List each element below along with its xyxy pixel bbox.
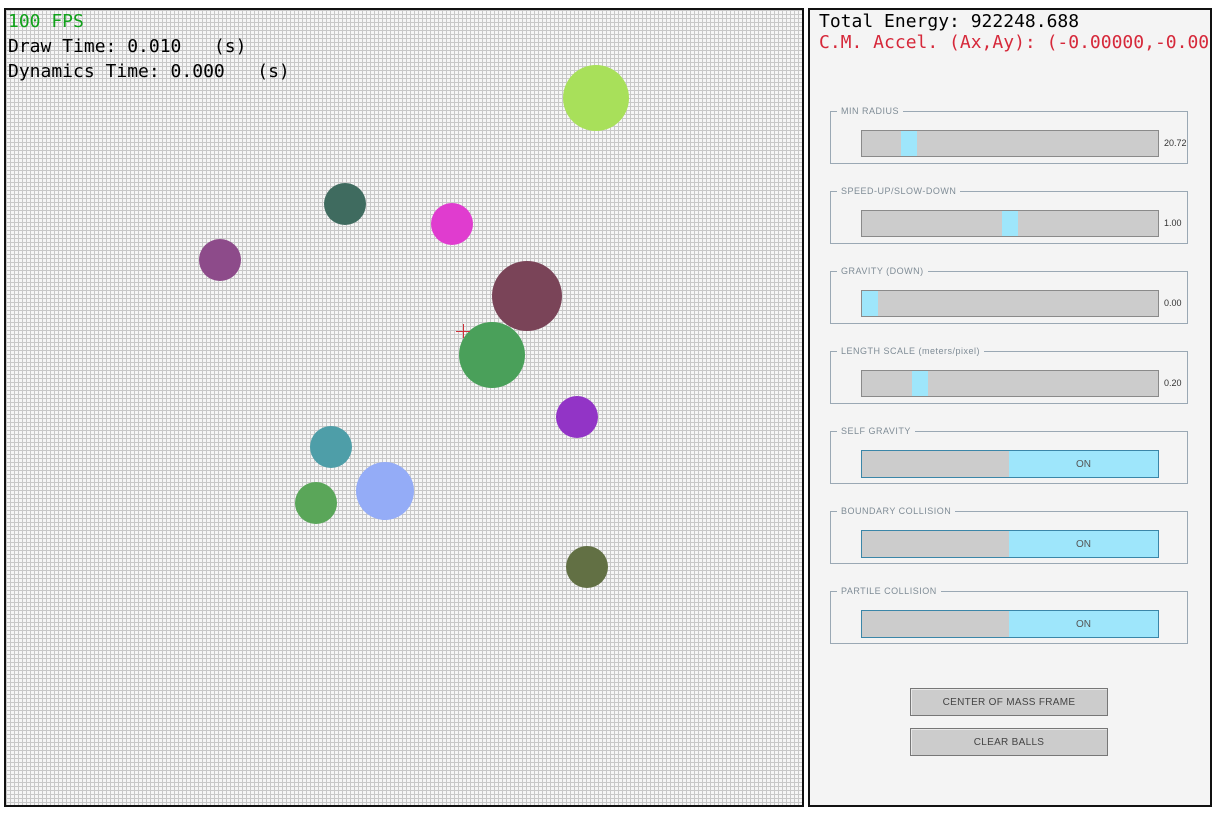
- particle-collision-state: ON: [1076, 618, 1091, 630]
- gravity-slider[interactable]: [861, 290, 1159, 317]
- gravity-slider-handle[interactable]: [862, 291, 878, 316]
- length-scale-slider[interactable]: [861, 370, 1159, 397]
- min-radius-slider-handle[interactable]: [901, 131, 917, 156]
- particle-collision-group: PARTILE COLLISION ON: [830, 586, 1188, 644]
- speed-slider[interactable]: [861, 210, 1159, 237]
- particle-collision-toggle[interactable]: ON: [861, 610, 1159, 638]
- ball-mid-green[interactable]: [295, 482, 337, 524]
- clear-balls-button[interactable]: CLEAR BALLS: [910, 728, 1108, 756]
- boundary-collision-group: BOUNDARY COLLISION ON: [830, 506, 1188, 564]
- gravity-group: GRAVITY (DOWN) 0.00: [830, 266, 1188, 324]
- simulation-canvas[interactable]: 100 FPS Draw Time: 0.010 (s) Dynamics Ti…: [4, 8, 804, 807]
- ball-periwinkle[interactable]: [356, 462, 414, 520]
- ball-purple-mauve[interactable]: [199, 239, 241, 281]
- ball-dark-teal[interactable]: [324, 183, 366, 225]
- particle-collision-label: PARTILE COLLISION: [841, 586, 937, 596]
- speed-value: 1.00: [1164, 218, 1182, 228]
- self-gravity-state: ON: [1076, 458, 1091, 470]
- dynamics-time-readout: Dynamics Time: 0.000 (s): [8, 61, 290, 82]
- min-radius-slider[interactable]: [861, 130, 1159, 157]
- ball-magenta[interactable]: [431, 203, 473, 245]
- self-gravity-toggle[interactable]: ON: [861, 450, 1159, 478]
- boundary-collision-state: ON: [1076, 538, 1091, 550]
- cm-accel-readout: C.M. Accel. (Ax,Ay): (-0.00000,-0.00000): [819, 32, 1212, 53]
- ball-violet[interactable]: [556, 396, 598, 438]
- speed-slider-handle[interactable]: [1002, 211, 1018, 236]
- min-radius-label: MIN RADIUS: [841, 106, 900, 116]
- self-gravity-label: SELF GRAVITY: [841, 426, 911, 436]
- min-radius-value: 20.72: [1164, 138, 1187, 148]
- control-panel: Total Energy: 922248.688 C.M. Accel. (Ax…: [808, 8, 1212, 807]
- gravity-value: 0.00: [1164, 298, 1182, 308]
- total-energy-readout: Total Energy: 922248.688: [819, 11, 1080, 32]
- boundary-collision-label: BOUNDARY COLLISION: [841, 506, 952, 516]
- self-gravity-group: SELF GRAVITY ON: [830, 426, 1188, 484]
- speed-group: SPEED-UP/SLOW-DOWN 1.00: [830, 186, 1188, 244]
- speed-label: SPEED-UP/SLOW-DOWN: [841, 186, 957, 196]
- ball-lime[interactable]: [563, 65, 629, 131]
- ball-olive[interactable]: [566, 546, 608, 588]
- ball-maroon[interactable]: [492, 261, 562, 331]
- min-radius-group: MIN RADIUS 20.72: [830, 106, 1188, 164]
- gravity-label: GRAVITY (DOWN): [841, 266, 924, 276]
- draw-time-readout: Draw Time: 0.010 (s): [8, 36, 247, 57]
- ball-teal[interactable]: [310, 426, 352, 468]
- length-scale-label: LENGTH SCALE (meters/pixel): [841, 346, 981, 356]
- length-scale-group: LENGTH SCALE (meters/pixel) 0.20: [830, 346, 1188, 404]
- length-scale-value: 0.20: [1164, 378, 1182, 388]
- boundary-collision-toggle[interactable]: ON: [861, 530, 1159, 558]
- length-scale-slider-handle[interactable]: [912, 371, 928, 396]
- fps-readout: 100 FPS: [8, 11, 84, 32]
- center-of-mass-frame-button[interactable]: CENTER OF MASS FRAME: [910, 688, 1108, 716]
